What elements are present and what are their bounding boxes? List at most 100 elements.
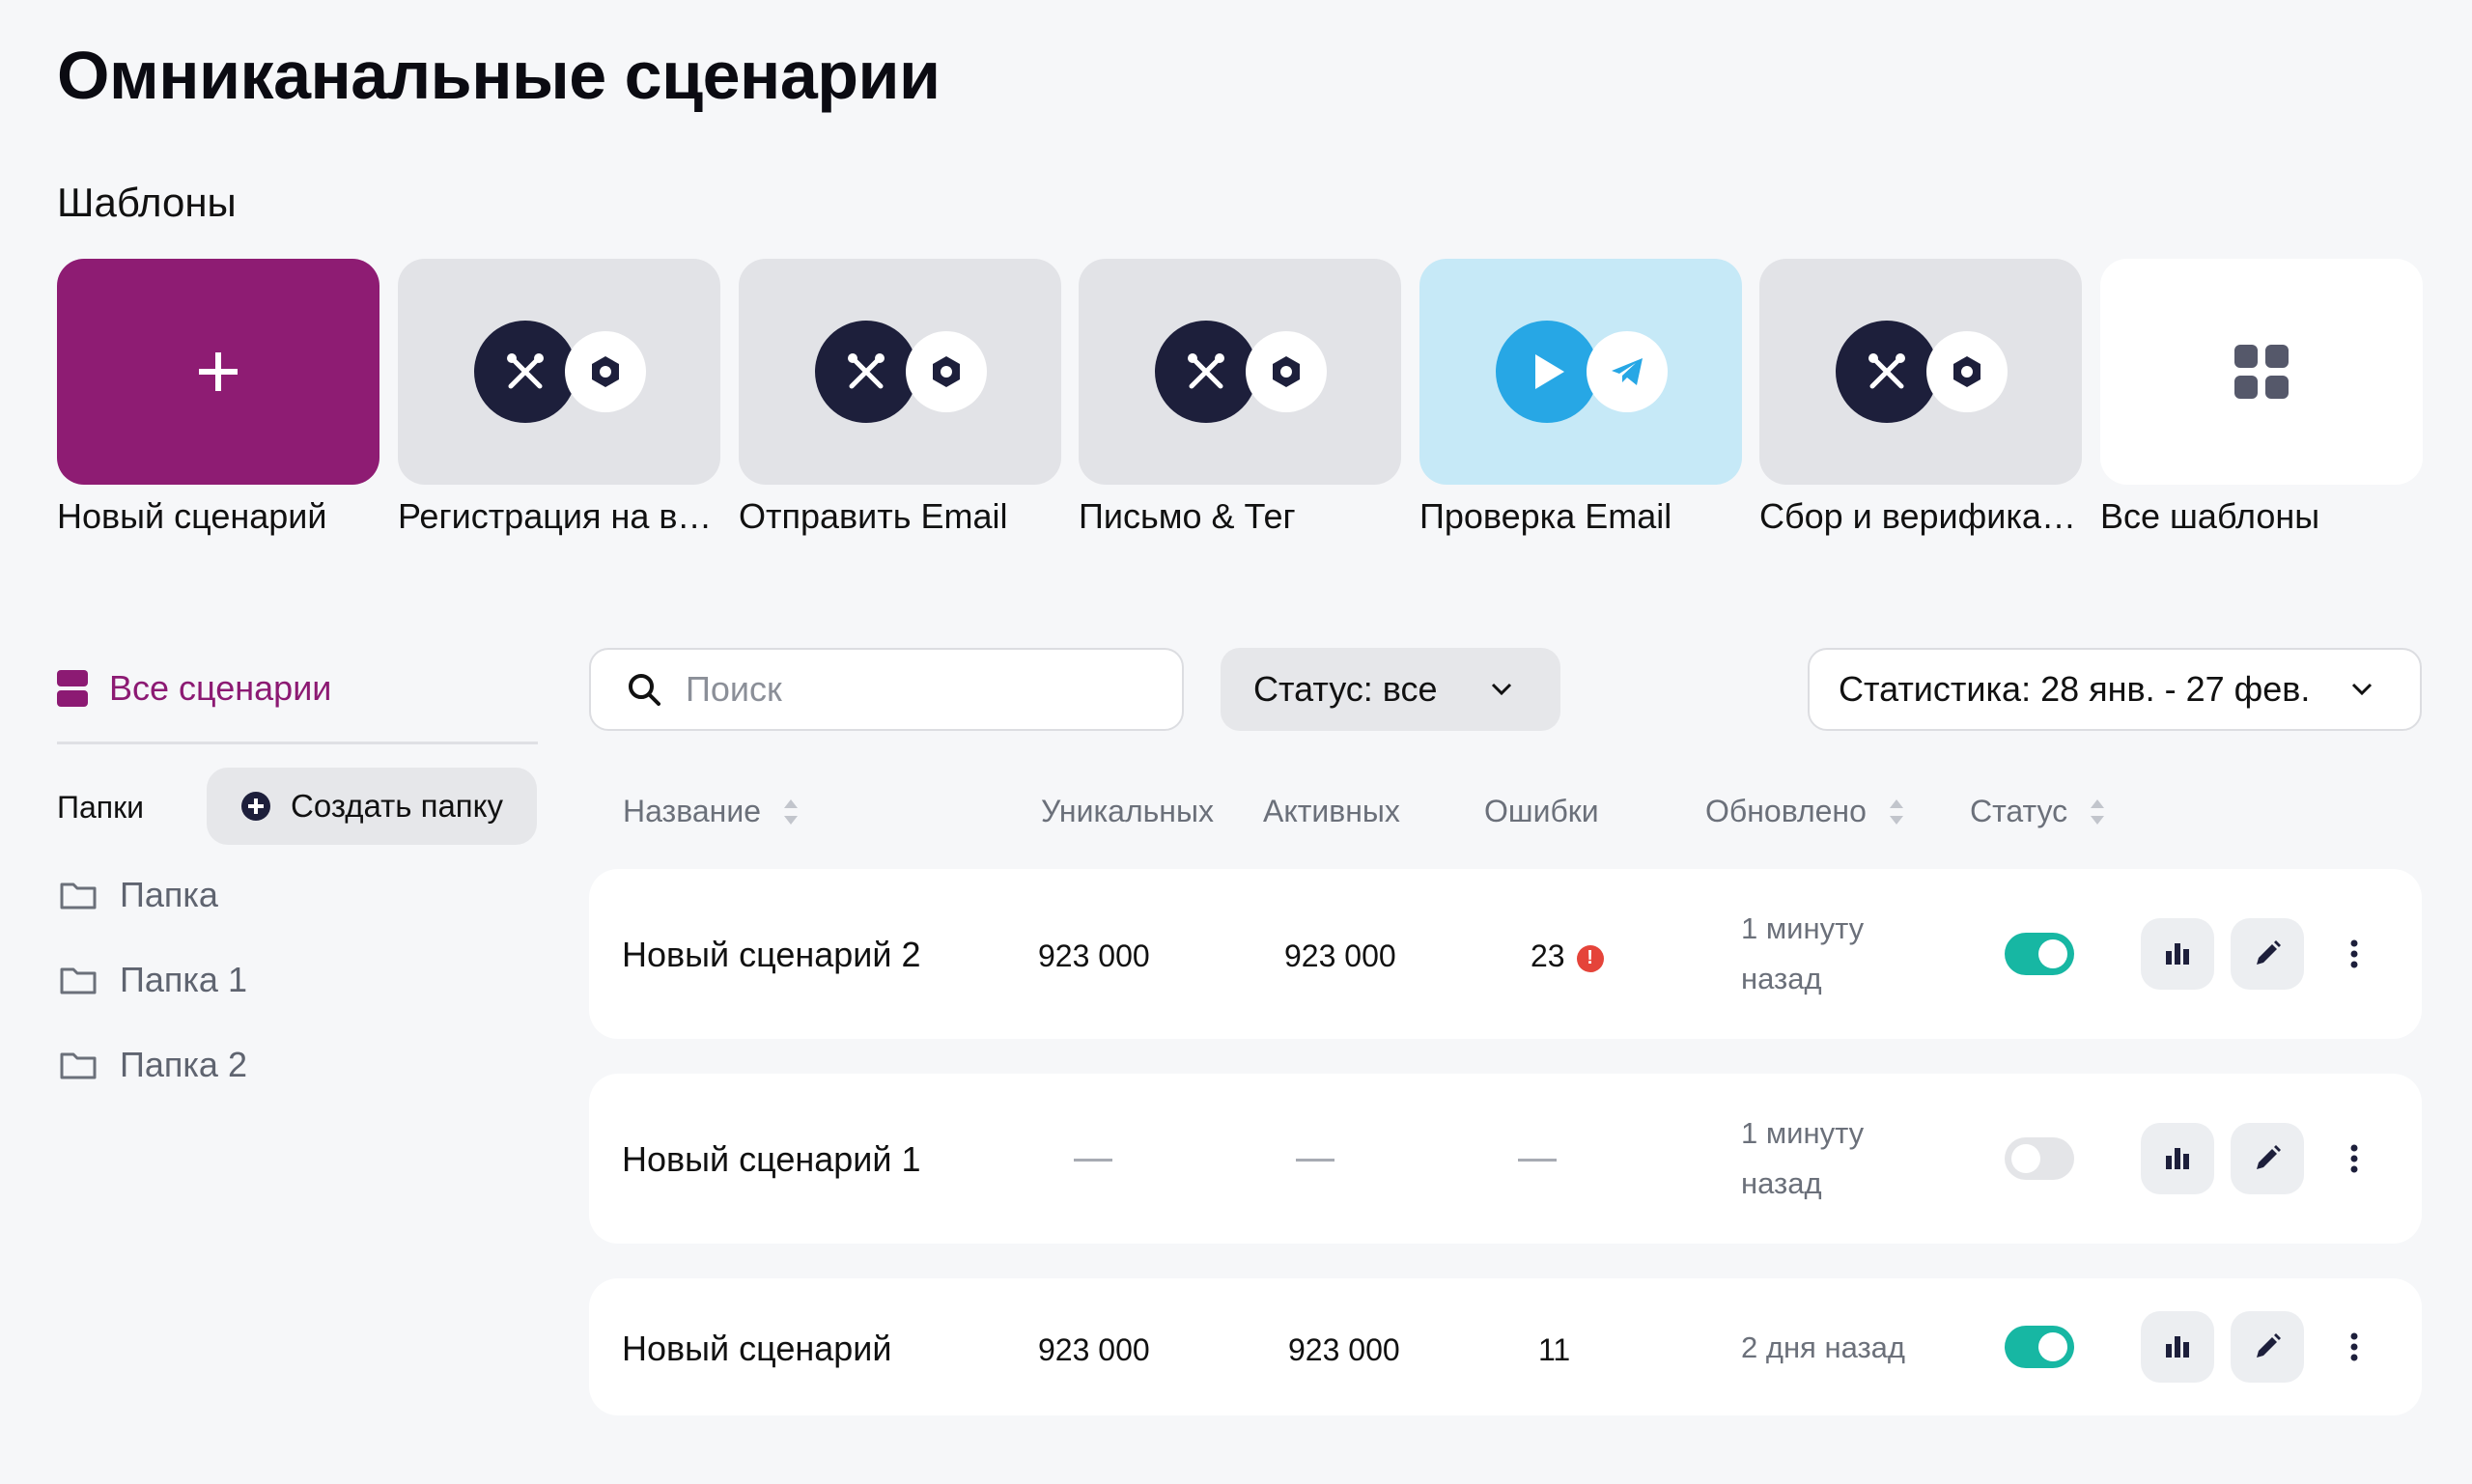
pencil-icon: [2257, 1145, 2281, 1169]
sidebar-all-scenarios[interactable]: Все сценарии: [57, 668, 331, 709]
status-filter-label: Статус: все: [1253, 669, 1438, 709]
telegram-icon: [1587, 331, 1668, 412]
column-label: Обновлено: [1705, 794, 1867, 828]
folder-icon: [60, 967, 97, 994]
create-folder-button[interactable]: Создать папку: [207, 768, 537, 845]
folders-title: Папки: [57, 790, 144, 825]
create-folder-label: Создать папку: [291, 788, 503, 824]
folder-item[interactable]: Папка 2: [60, 1045, 247, 1085]
play-icon: [1496, 321, 1598, 423]
errors-cell: 23!: [1531, 938, 1604, 974]
pencil-icon: [2257, 1333, 2281, 1358]
table-row[interactable]: Новый сценарий 1 1 минуту назад: [589, 1074, 2422, 1244]
folder-item[interactable]: Папка: [60, 875, 218, 915]
scenario-name[interactable]: Новый сценарий 1: [622, 1139, 921, 1180]
template-email-check[interactable]: [1419, 259, 1742, 485]
status-toggle[interactable]: [2005, 1137, 2074, 1180]
column-label: Ошибки: [1484, 794, 1599, 828]
toggle-knob: [2038, 1332, 2067, 1361]
sidebar-all-label: Все сценарии: [109, 668, 332, 708]
more-options-button[interactable]: [2340, 1130, 2369, 1188]
search-box[interactable]: [589, 648, 1184, 731]
unique-count: 923 000: [1038, 938, 1150, 973]
column-unique-header: Уникальных: [1041, 794, 1214, 829]
table-row[interactable]: Новый сценарий 923 000 923 000 11 2 дня …: [589, 1278, 2422, 1415]
template-all[interactable]: [2100, 259, 2423, 485]
status-toggle[interactable]: [2005, 1326, 2074, 1368]
tools-icon: [1836, 321, 1938, 423]
sort-icon: [1889, 798, 1903, 825]
bar-chart-icon: [2166, 1148, 2189, 1169]
folder-item[interactable]: Папка 1: [60, 960, 247, 1000]
edit-button[interactable]: [2231, 918, 2304, 990]
errors-count: 11: [1538, 1332, 1571, 1367]
chevron-down-icon: [1491, 683, 1511, 696]
sort-icon: [2091, 798, 2105, 825]
templates-title: Шаблоны: [57, 180, 237, 225]
template-new-scenario[interactable]: [57, 259, 379, 485]
stats-period-label: Статистика: 28 янв. - 27 фев.: [1839, 669, 2311, 709]
bar-chart-icon: [2166, 943, 2189, 965]
settings-icon: [1926, 331, 2008, 412]
column-label: Уникальных: [1041, 794, 1214, 828]
stats-period-dropdown[interactable]: Статистика: 28 янв. - 27 фев.: [1808, 648, 2422, 731]
plus-icon: [199, 352, 238, 391]
column-status-header[interactable]: Статус: [1970, 794, 2106, 829]
folder-label: Папка 1: [120, 960, 247, 999]
column-label: Название: [623, 794, 761, 828]
table-row[interactable]: Новый сценарий 2 923 000 923 000 23! 1 м…: [589, 869, 2422, 1039]
updated-time: 1 минуту: [1741, 911, 1865, 945]
empty-value-dash: [1518, 1159, 1557, 1162]
column-errors-header: Ошибки: [1484, 794, 1599, 829]
folder-icon: [60, 1052, 97, 1079]
column-name-header[interactable]: Название: [623, 794, 800, 829]
sort-icon: [784, 798, 798, 825]
more-options-button[interactable]: [2340, 925, 2369, 983]
updated-time: 2 дня назад: [1741, 1330, 1906, 1364]
folder-label: Папка 2: [120, 1045, 247, 1084]
tools-icon: [1155, 321, 1257, 423]
active-count: 923 000: [1284, 938, 1396, 973]
search-icon: [629, 674, 660, 706]
template-label: Регистрация на вебинар: [398, 496, 720, 536]
toggle-knob: [2011, 1144, 2040, 1173]
updated-time: 1 минуту: [1741, 1116, 1865, 1150]
template-collect-verify[interactable]: [1759, 259, 2082, 485]
column-updated-header[interactable]: Обновлено: [1705, 794, 1905, 829]
stats-button[interactable]: [2141, 918, 2214, 990]
stats-button[interactable]: [2141, 1311, 2214, 1383]
column-active-header: Активных: [1263, 794, 1400, 829]
template-email-tag[interactable]: [1079, 259, 1401, 485]
edit-button[interactable]: [2231, 1311, 2304, 1383]
folder-icon: [60, 882, 97, 910]
stats-button[interactable]: [2141, 1123, 2214, 1194]
grid-icon: [2234, 345, 2289, 399]
folder-label: Папка: [120, 875, 218, 914]
template-label: Отправить Email: [739, 496, 1008, 536]
page-title: Омниканальные сценарии: [57, 38, 941, 113]
search-input[interactable]: [684, 668, 1112, 711]
template-webinar[interactable]: [398, 259, 720, 485]
updated-time: назад: [1741, 962, 1822, 995]
unique-count: 923 000: [1038, 1332, 1150, 1367]
pencil-icon: [2257, 940, 2281, 965]
edit-button[interactable]: [2231, 1123, 2304, 1194]
column-label: Статус: [1970, 794, 2068, 828]
more-options-button[interactable]: [2340, 1318, 2369, 1376]
error-badge: !: [1576, 944, 1604, 972]
more-vertical-icon: [2350, 939, 2358, 968]
template-send-email[interactable]: [739, 259, 1061, 485]
list-icon: [57, 670, 88, 707]
empty-value-dash: [1296, 1159, 1334, 1162]
scenario-name[interactable]: Новый сценарий: [622, 1329, 892, 1369]
status-filter-dropdown[interactable]: Статус: все: [1221, 648, 1560, 731]
settings-icon: [565, 331, 646, 412]
tools-icon: [474, 321, 576, 423]
status-toggle[interactable]: [2005, 933, 2074, 975]
updated-time: назад: [1741, 1166, 1822, 1200]
scenario-name[interactable]: Новый сценарий 2: [622, 935, 921, 975]
updated-cell: 1 минуту назад: [1741, 1108, 1864, 1209]
updated-cell: 1 минуту назад: [1741, 904, 1864, 1004]
toggle-knob: [2038, 939, 2067, 968]
chevron-down-icon: [2352, 683, 2373, 696]
